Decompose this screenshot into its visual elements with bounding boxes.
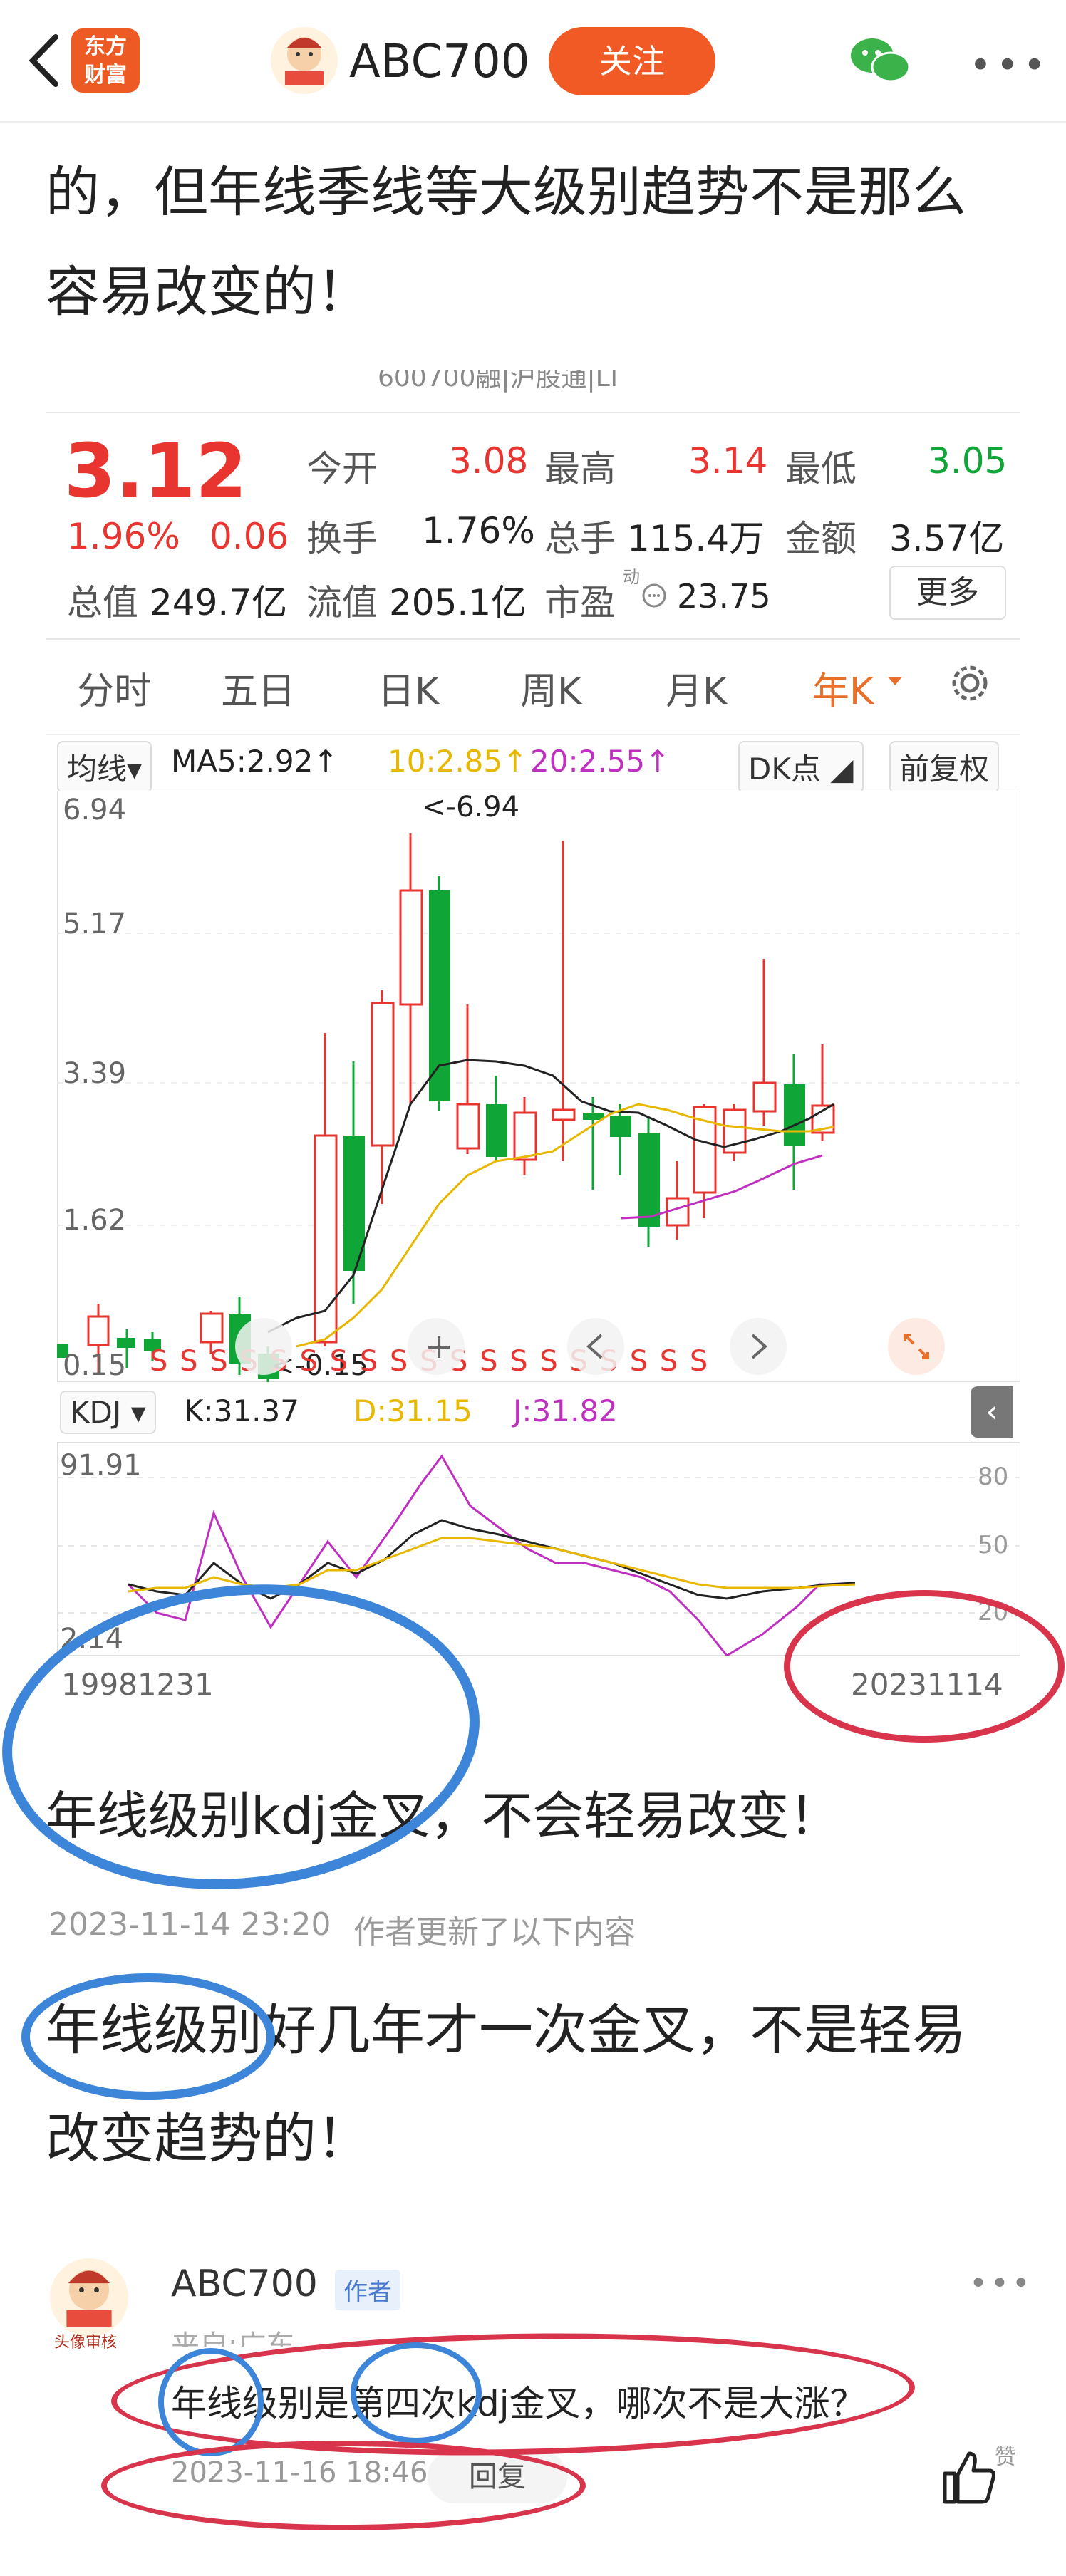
- blue-circle-annotation: [21, 1973, 275, 2100]
- stat-label-volume: 总手: [544, 518, 616, 559]
- fullscreen-button: [888, 1318, 945, 1375]
- stat-label-float-cap: 流值: [306, 582, 378, 623]
- divider: [46, 734, 1020, 735]
- stat-label-open: 今开: [306, 448, 378, 489]
- tab-weekly-k[interactable]: 周K: [520, 661, 581, 715]
- cropped-stock-header: 600700融|沪股通|LT: [378, 370, 622, 393]
- ma20-value: 20:2.55↑: [530, 744, 671, 779]
- change-amount: 0.06: [209, 516, 289, 557]
- wechat-share-icon[interactable]: [848, 36, 912, 85]
- author-badge: 作者: [335, 2270, 400, 2310]
- dropdown-triangle-icon: [888, 677, 902, 685]
- red-circle-annotation: [101, 2441, 586, 2530]
- tab-intraday[interactable]: 分时: [77, 661, 151, 715]
- update-text-line2: 改变趋势的！: [46, 2107, 371, 2170]
- kdj-k-value: K:31.37: [184, 1393, 299, 1428]
- price-adjust-selector[interactable]: 前复权: [889, 741, 1000, 793]
- info-icon[interactable]: [641, 583, 667, 608]
- post-text-line1: 的，但年线季线等大级别趋势不是那么: [46, 160, 966, 224]
- tab-five-day[interactable]: 五日: [221, 661, 295, 715]
- y-tick-2: 5.17: [63, 908, 126, 940]
- max-price-label: <-6.94: [422, 791, 519, 824]
- stat-value-turnover: 1.76%: [422, 510, 535, 551]
- stat-value-float-cap: 205.1亿: [389, 582, 527, 623]
- plus-icon: +: [425, 1326, 453, 1366]
- tab-yearly-k[interactable]: 年K: [812, 661, 874, 715]
- divider: [46, 412, 1020, 413]
- avatar-caption: 头像审核: [54, 2334, 118, 2352]
- stat-value-high: 3.14: [688, 440, 768, 482]
- like-label: 赞: [995, 2445, 1016, 2470]
- thumbs-up-icon[interactable]: [938, 2446, 998, 2506]
- change-percent: 1.96%: [67, 516, 180, 557]
- dk-point-selector[interactable]: DK点 ◢: [738, 741, 864, 793]
- yearly-k-chart: 6.94 5.17 3.39 1.62 0.15 <-6.94 <-0.15 S…: [57, 791, 1020, 1382]
- y-tick-bottom: 0.15: [63, 1349, 126, 1382]
- author-avatar[interactable]: [271, 27, 338, 94]
- comment-avatar[interactable]: [50, 2258, 128, 2337]
- ma10-value: 10:2.85↑: [388, 744, 528, 779]
- app-logo: 东方 财富: [71, 28, 140, 93]
- ma5-value: MA5:2.92↑: [171, 744, 338, 779]
- post-text-line2: 容易改变的！: [46, 260, 371, 323]
- zoom-out-button: [235, 1318, 292, 1375]
- kdj-d-value: D:31.15: [353, 1393, 472, 1428]
- stat-value-pe: 23.75: [677, 577, 771, 616]
- current-price: 3.12: [64, 427, 247, 514]
- stat-value-open: 3.08: [449, 440, 529, 482]
- kdj-right-tick-80: 80: [978, 1463, 1008, 1491]
- tab-daily-k[interactable]: 日K: [378, 661, 439, 715]
- username[interactable]: ABC700: [349, 36, 529, 88]
- blue-circle-annotation: [351, 2342, 482, 2443]
- comment-source: 来自:广东: [171, 2330, 295, 2347]
- stat-value-amount: 3.57亿: [889, 518, 1005, 559]
- stat-label-market-cap: 总值: [67, 582, 138, 623]
- update-note: 作者更新了以下内容: [353, 1914, 636, 1951]
- collapse-panel-button[interactable]: ‹: [971, 1386, 1013, 1438]
- tab-monthly-k[interactable]: 月K: [666, 661, 727, 715]
- indicator-selector[interactable]: KDJ ▾: [60, 1391, 156, 1434]
- stat-label-pe: 市盈: [544, 582, 616, 623]
- stat-value-low: 3.05: [928, 440, 1008, 482]
- scroll-left-button: [567, 1318, 624, 1375]
- y-tick-top: 6.94: [63, 794, 126, 826]
- comment-author[interactable]: ABC700: [171, 2263, 318, 2305]
- follow-button[interactable]: 关注: [549, 27, 715, 95]
- stat-label-low: 最低: [785, 448, 857, 489]
- more-stats-button[interactable]: 更多: [889, 566, 1006, 620]
- red-circle-annotation: [784, 1590, 1065, 1743]
- stat-value-volume: 115.4万: [627, 518, 765, 559]
- pe-superscript: 动: [623, 567, 640, 587]
- back-icon[interactable]: [20, 28, 70, 93]
- update-time: 2023-11-14 23:20: [48, 1906, 331, 1943]
- stat-label-turnover: 换手: [306, 518, 378, 559]
- top-bar: 东方 财富 ABC700 关注 •••: [0, 0, 1066, 123]
- settings-gear-icon[interactable]: [945, 658, 995, 708]
- kdj-right-tick-50: 50: [978, 1531, 1008, 1559]
- scroll-right-button: [730, 1318, 787, 1375]
- stat-label-high: 最高: [544, 448, 616, 489]
- comment-more-icon[interactable]: •••: [969, 2265, 1033, 2302]
- y-tick-3: 3.39: [63, 1057, 126, 1090]
- divider: [46, 638, 1020, 640]
- y-tick-4: 1.62: [63, 1204, 126, 1237]
- stat-value-market-cap: 249.7亿: [150, 582, 288, 623]
- stat-label-amount: 金额: [785, 518, 857, 559]
- ma-selector[interactable]: 均线▾: [57, 741, 152, 793]
- blue-circle-annotation: [158, 2348, 264, 2456]
- kdj-tick-top: 91.91: [60, 1449, 142, 1482]
- kdj-j-value: J:31.82: [513, 1393, 618, 1428]
- more-menu-icon[interactable]: •••: [969, 43, 1050, 88]
